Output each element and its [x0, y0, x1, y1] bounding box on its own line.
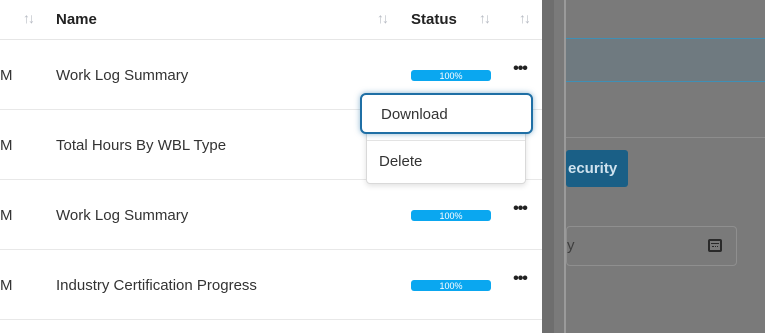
- progress-label: 100%: [439, 281, 463, 291]
- calendar-icon[interactable]: [708, 239, 722, 252]
- security-button[interactable]: ecurity: [566, 150, 628, 187]
- panel-header-bar: [566, 38, 765, 82]
- menu-divider: [367, 140, 525, 141]
- panel-divider: [566, 137, 765, 138]
- more-options-button[interactable]: •••: [510, 271, 530, 290]
- header-status[interactable]: Status: [411, 11, 457, 28]
- more-options-button[interactable]: •••: [510, 61, 530, 80]
- date-input-text: y: [567, 237, 575, 254]
- row-actions-menu: Download Delete: [360, 93, 533, 184]
- header-name[interactable]: Name: [56, 11, 97, 28]
- sort-arrows-icon[interactable]: ↑↓: [519, 10, 531, 26]
- download-menu-item[interactable]: Download: [360, 93, 533, 134]
- row-report-name: Industry Certification Progress: [56, 277, 257, 294]
- row-date: M: [0, 137, 13, 154]
- row-report-name: Work Log Summary: [56, 67, 189, 84]
- status-progress-bar: 100%: [411, 210, 491, 221]
- row-date: M: [0, 67, 13, 84]
- reports-table: ↑↓ Name ↑↓ Status ↑↓ ↑↓ M Work Log Summa…: [0, 0, 542, 333]
- table-row: M Industry Certification Progress 100% •…: [0, 250, 542, 320]
- table-row: M Work Log Summary 100% •••: [0, 180, 542, 250]
- status-progress-bar: 100%: [411, 70, 491, 81]
- sort-arrows-icon[interactable]: ↑↓: [479, 10, 491, 26]
- row-report-name: Total Hours By WBL Type: [56, 137, 227, 154]
- more-options-button[interactable]: •••: [510, 201, 530, 220]
- sort-arrows-icon[interactable]: ↑↓: [23, 10, 35, 26]
- row-report-name: Work Log Summary: [56, 207, 189, 224]
- delete-menu-item[interactable]: Delete: [367, 142, 525, 182]
- row-date: M: [0, 277, 13, 294]
- progress-label: 100%: [439, 211, 463, 221]
- sort-arrows-icon[interactable]: ↑↓: [377, 10, 389, 26]
- status-progress-bar: 100%: [411, 280, 491, 291]
- panel-edge: [542, 0, 554, 333]
- row-date: M: [0, 207, 13, 224]
- table-header: ↑↓ Name ↑↓ Status ↑↓ ↑↓: [0, 0, 542, 40]
- dimmed-side-panel: ecurity y: [542, 0, 765, 333]
- progress-label: 100%: [439, 71, 463, 81]
